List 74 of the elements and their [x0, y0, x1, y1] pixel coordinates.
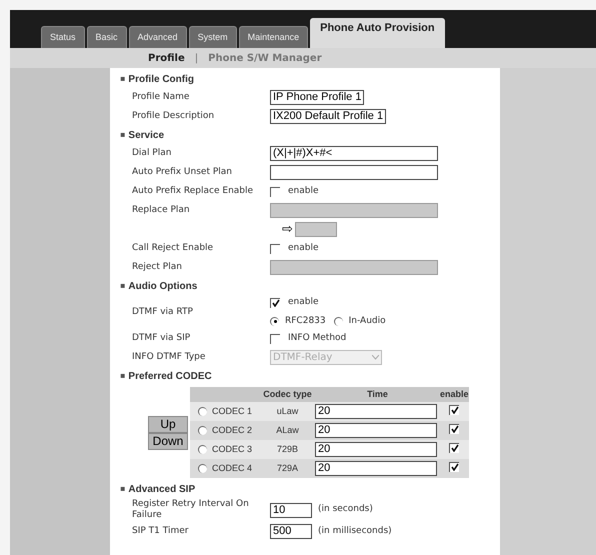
field-label: Register Retry Interval On Failure [131, 499, 250, 521]
checkbox[interactable] [449, 442, 460, 452]
input-field[interactable] [270, 165, 438, 180]
field-label: Profile Name [131, 92, 190, 103]
table-cell: ALaw [260, 421, 315, 440]
field-label: Auto Prefix Replace Enable [131, 186, 254, 197]
field-label: Auto Prefix Unset Plan [131, 167, 233, 178]
nav-tab[interactable]: System [188, 26, 237, 48]
table-cell: 729B [260, 440, 315, 459]
bullet-icon: ▪ [120, 280, 126, 292]
checkbox-label: enable [288, 296, 319, 309]
field-label: Dial Plan [131, 148, 172, 159]
input-field[interactable]: 20 [315, 442, 437, 457]
field-label: Call Reject Enable [131, 243, 214, 254]
checkbox[interactable] [449, 404, 460, 414]
radio-button[interactable] [198, 407, 207, 416]
input-field[interactable]: 20 [315, 423, 437, 438]
codec-name: CODEC 1 [212, 404, 252, 418]
radio-button[interactable] [198, 445, 207, 454]
nav-tab[interactable]: Advanced [128, 26, 187, 48]
nav-tab[interactable]: Phone Auto Provision [310, 18, 445, 48]
subnav-link[interactable]: Profile [148, 50, 185, 66]
input-field[interactable]: (X|+|#)X+#< [270, 146, 438, 161]
section-heading: Service [128, 128, 164, 142]
bullet-icon: ▪ [120, 370, 126, 382]
input-field[interactable]: 500 [270, 524, 312, 539]
codec-name: CODEC 3 [212, 442, 252, 456]
nav-tab[interactable]: Maintenance [238, 26, 308, 48]
unit-label: (in seconds) [318, 503, 373, 516]
radio-button[interactable] [198, 464, 207, 473]
checkbox-label: enable [288, 242, 319, 255]
separator: | [194, 52, 198, 66]
checkbox-label: enable [288, 184, 319, 198]
input-field[interactable]: IP Phone Profile 1 [270, 90, 364, 105]
input-field[interactable]: 20 [315, 461, 437, 476]
field-label: SIP T1 Timer [131, 526, 190, 537]
field-label: Profile Description [131, 111, 216, 122]
arrow-icon: ⇨ [282, 223, 293, 236]
column-header: Codec type [260, 387, 315, 402]
radio-label: In-Audio [348, 314, 386, 328]
move-button[interactable]: Up [148, 416, 188, 432]
section-heading: Profile Config [128, 72, 194, 86]
column-header: Time [315, 387, 440, 402]
checkbox[interactable] [270, 298, 280, 308]
nav-tab[interactable]: Status [41, 26, 85, 48]
column-header: enable [440, 387, 469, 402]
radio-label: RFC2833 [285, 314, 326, 328]
checkbox[interactable] [449, 462, 460, 472]
field-label: DTMF via RTP [131, 306, 194, 318]
caret-icon [372, 355, 379, 360]
input-field[interactable]: 20 [315, 404, 437, 419]
bullet-icon: ▪ [120, 129, 126, 141]
table-cell: 729A [260, 459, 315, 478]
section-heading: Preferred CODEC [128, 370, 212, 384]
codec-name: CODEC 2 [212, 424, 252, 437]
table-cell: uLaw [260, 402, 315, 421]
move-button[interactable]: Down [148, 432, 188, 450]
bullet-icon: ▪ [120, 483, 126, 495]
field-label: DTMF via SIP [131, 333, 192, 344]
input-field[interactable]: 10 [270, 502, 312, 518]
nav-tab[interactable]: Basic [86, 26, 127, 48]
unit-label: (in milliseconds) [318, 524, 392, 538]
section-heading: Audio Options [128, 280, 198, 294]
field-label: Reject Plan [131, 262, 183, 273]
section-heading: Advanced SIP [128, 482, 196, 496]
checkbox[interactable] [449, 424, 460, 434]
radio-button[interactable] [270, 316, 279, 326]
checkbox-label: INFO Method [288, 332, 346, 345]
field-label: Replace Plan [131, 205, 191, 216]
radio-button[interactable] [198, 426, 207, 435]
input-field[interactable]: IX200 Default Profile 1 [270, 109, 386, 124]
field-label: INFO DTMF Type [131, 352, 206, 363]
codec-name: CODEC 4 [212, 462, 252, 475]
bullet-icon: ▪ [120, 73, 126, 85]
